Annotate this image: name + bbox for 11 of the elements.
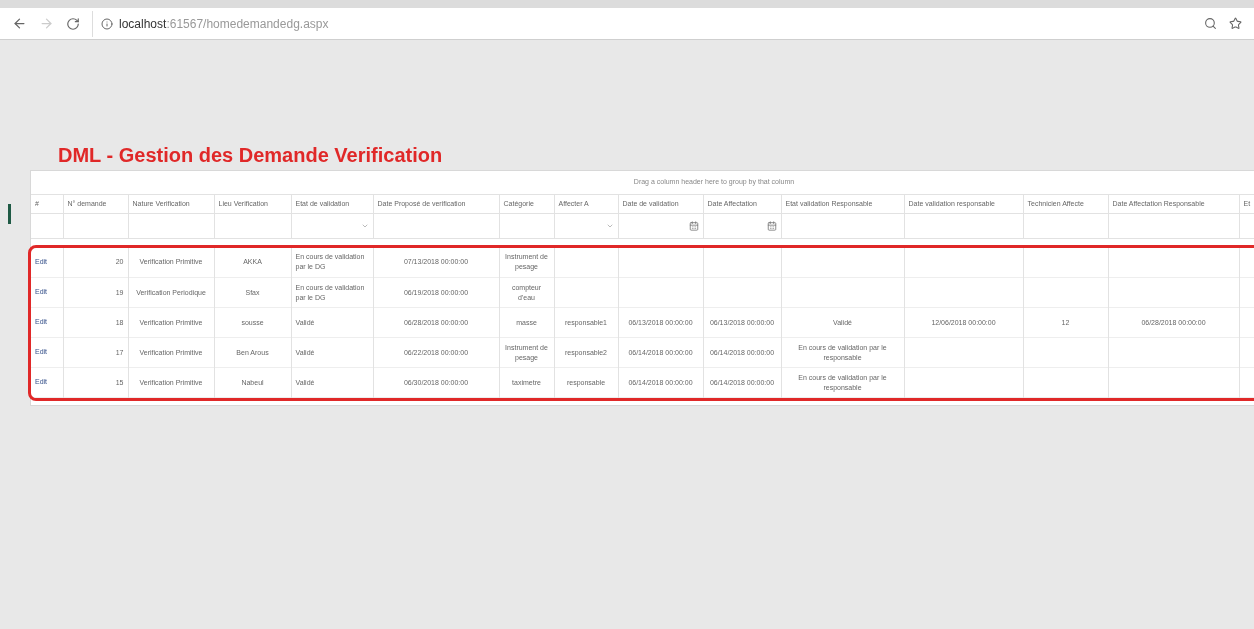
back-icon[interactable] [12,16,27,31]
search-icon[interactable] [1204,17,1217,30]
star-icon[interactable] [1229,17,1242,30]
info-icon [101,17,113,30]
address-bar[interactable]: localhost:61567/homedemandedg.aspx [92,10,1192,37]
reload-icon[interactable] [66,16,80,31]
calendar-icon[interactable] [766,220,777,231]
url-text: localhost:61567/homedemandedg.aspx [119,15,329,33]
side-marker [8,204,11,224]
calendar-icon[interactable] [688,220,699,231]
page-title: DML - Gestion des Demande Verification [57,143,444,168]
